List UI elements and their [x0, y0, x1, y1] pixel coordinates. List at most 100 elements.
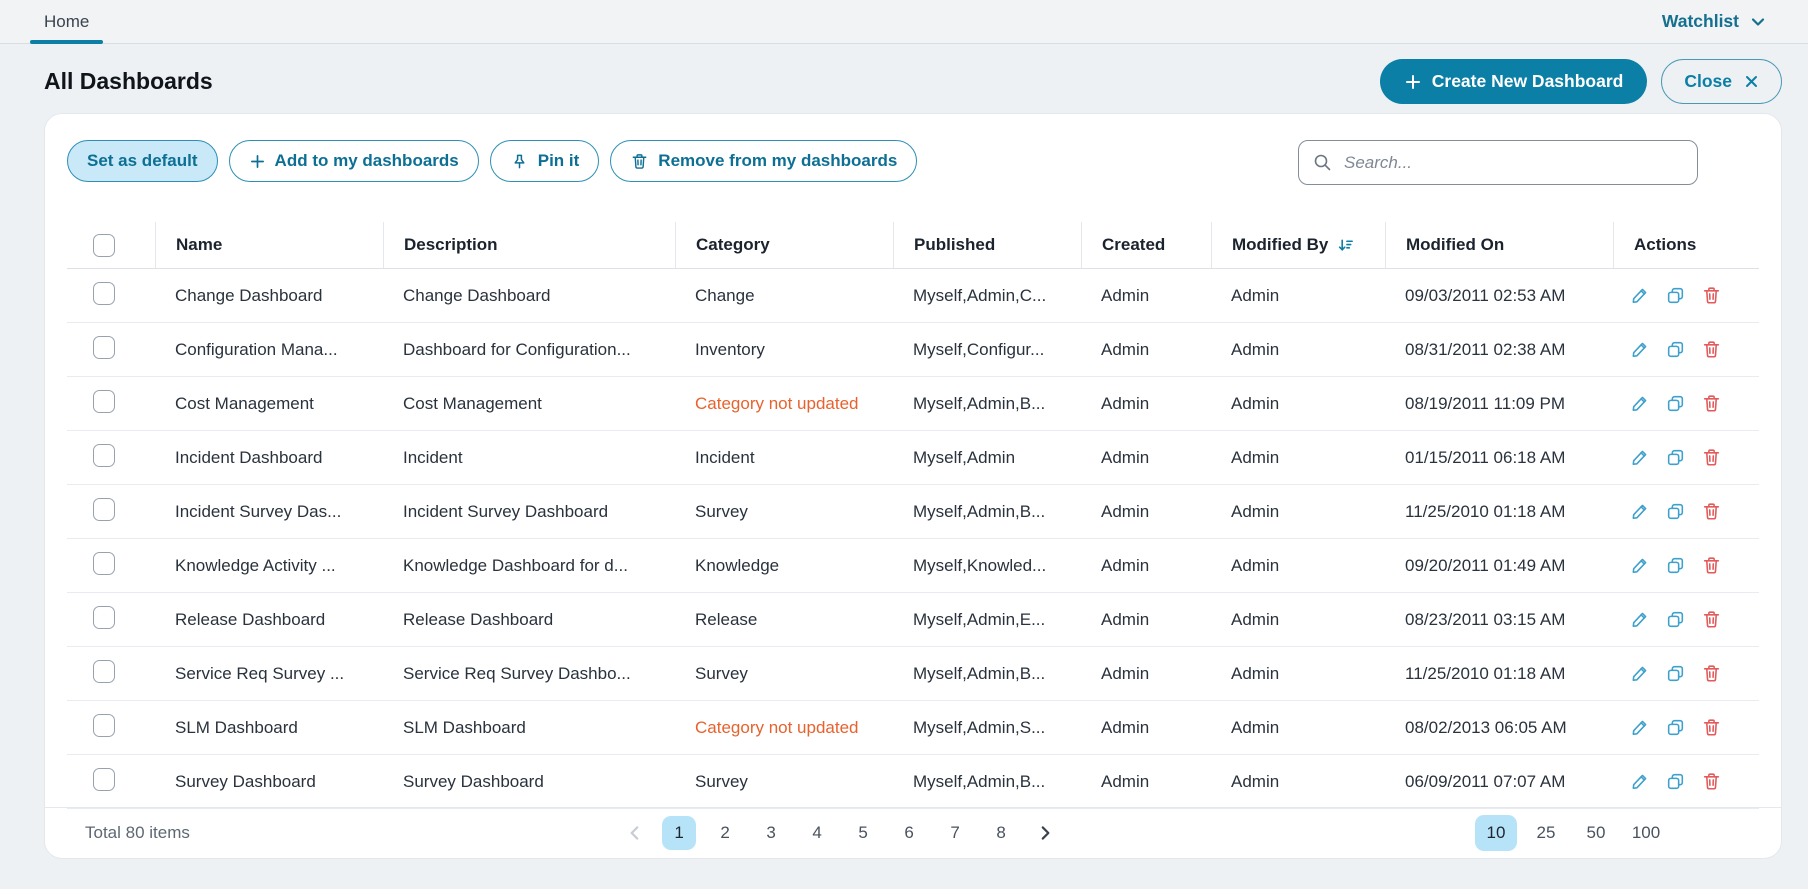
cell-modified-on: 08/23/2011 03:15 AM — [1405, 610, 1565, 629]
copy-icon[interactable] — [1665, 339, 1686, 360]
create-new-dashboard-button[interactable]: Create New Dashboard — [1380, 59, 1648, 104]
page-button-7[interactable]: 7 — [938, 816, 972, 850]
delete-icon[interactable] — [1701, 447, 1722, 468]
column-header-published[interactable]: Published — [893, 222, 1081, 268]
search-box[interactable] — [1298, 140, 1698, 185]
page-size-button-25[interactable]: 25 — [1525, 815, 1567, 851]
copy-icon[interactable] — [1665, 501, 1686, 522]
column-header-description[interactable]: Description — [383, 222, 675, 268]
page-size-button-10[interactable]: 10 — [1475, 815, 1517, 851]
cell-created: Admin — [1101, 556, 1149, 575]
edit-icon[interactable] — [1629, 717, 1650, 738]
row-checkbox[interactable] — [93, 282, 115, 305]
edit-icon[interactable] — [1629, 609, 1650, 630]
tab-home[interactable]: Home — [30, 0, 103, 43]
previous-page-button[interactable] — [620, 818, 650, 848]
column-header-modified-by[interactable]: Modified By — [1211, 222, 1385, 268]
delete-icon[interactable] — [1701, 339, 1722, 360]
column-header-modified-on[interactable]: Modified On — [1385, 222, 1613, 268]
edit-icon[interactable] — [1629, 393, 1650, 414]
cell-description: Knowledge Dashboard for d... — [403, 556, 628, 575]
edit-icon[interactable] — [1629, 555, 1650, 576]
cell-description: SLM Dashboard — [403, 718, 526, 737]
search-input[interactable] — [1342, 152, 1683, 174]
cell-created: Admin — [1101, 448, 1149, 467]
delete-icon[interactable] — [1701, 393, 1722, 414]
page-button-2[interactable]: 2 — [708, 816, 742, 850]
cell-modified-by: Admin — [1231, 610, 1279, 629]
page-button-4[interactable]: 4 — [800, 816, 834, 850]
cell-created: Admin — [1101, 502, 1149, 521]
cell-category: Survey — [695, 502, 748, 521]
edit-icon[interactable] — [1629, 339, 1650, 360]
cell-published: Myself,Admin,B... — [913, 394, 1045, 413]
page-button-5[interactable]: 5 — [846, 816, 880, 850]
table-row: Incident Survey Das... Incident Survey D… — [67, 485, 1759, 539]
column-header-category[interactable]: Category — [675, 222, 893, 268]
row-checkbox[interactable] — [93, 714, 115, 737]
delete-icon[interactable] — [1701, 501, 1722, 522]
set-as-default-button[interactable]: Set as default — [67, 140, 218, 182]
copy-icon[interactable] — [1665, 285, 1686, 306]
row-checkbox[interactable] — [93, 336, 115, 359]
table-row: Configuration Mana... Dashboard for Conf… — [67, 323, 1759, 377]
next-page-button[interactable] — [1030, 818, 1060, 848]
table-header: Name Description Category Published Crea… — [67, 222, 1759, 269]
cell-description: Release Dashboard — [403, 610, 553, 629]
edit-icon[interactable] — [1629, 447, 1650, 468]
select-all-checkbox[interactable] — [93, 234, 115, 257]
page-button-8[interactable]: 8 — [984, 816, 1018, 850]
close-button[interactable]: Close — [1661, 59, 1782, 104]
sort-descending-icon[interactable] — [1337, 237, 1354, 254]
copy-icon[interactable] — [1665, 447, 1686, 468]
cell-category: Category not updated — [695, 394, 859, 413]
page-button-1[interactable]: 1 — [662, 816, 696, 850]
column-header-name[interactable]: Name — [155, 222, 383, 268]
edit-icon[interactable] — [1629, 285, 1650, 306]
delete-icon[interactable] — [1701, 555, 1722, 576]
copy-icon[interactable] — [1665, 555, 1686, 576]
copy-icon[interactable] — [1665, 393, 1686, 414]
cell-published: Myself,Admin,E... — [913, 610, 1045, 629]
edit-icon[interactable] — [1629, 663, 1650, 684]
table-row: Incident Dashboard Incident Incident Mys… — [67, 431, 1759, 485]
edit-icon[interactable] — [1629, 771, 1650, 792]
copy-icon[interactable] — [1665, 609, 1686, 630]
cell-name: Release Dashboard — [175, 610, 325, 629]
cell-modified-by: Admin — [1231, 448, 1279, 467]
row-checkbox[interactable] — [93, 606, 115, 629]
row-checkbox[interactable] — [93, 390, 115, 413]
pin-it-button[interactable]: Pin it — [490, 140, 600, 182]
row-checkbox[interactable] — [93, 552, 115, 575]
cell-category: Inventory — [695, 340, 765, 359]
cell-name: Incident Survey Das... — [175, 502, 341, 521]
page-button-6[interactable]: 6 — [892, 816, 926, 850]
row-checkbox[interactable] — [93, 444, 115, 467]
delete-icon[interactable] — [1701, 285, 1722, 306]
copy-icon[interactable] — [1665, 717, 1686, 738]
cell-category: Incident — [695, 448, 755, 467]
page-size-button-50[interactable]: 50 — [1575, 815, 1617, 851]
watchlist-dropdown[interactable]: Watchlist — [1662, 11, 1767, 32]
row-checkbox[interactable] — [93, 498, 115, 521]
add-to-my-dashboards-button[interactable]: Add to my dashboards — [229, 140, 479, 182]
delete-icon[interactable] — [1701, 609, 1722, 630]
row-checkbox[interactable] — [93, 768, 115, 791]
column-header-created[interactable]: Created — [1081, 222, 1211, 268]
delete-icon[interactable] — [1701, 717, 1722, 738]
pagination: 12345678 — [620, 816, 1060, 850]
copy-icon[interactable] — [1665, 663, 1686, 684]
delete-icon[interactable] — [1701, 663, 1722, 684]
tab-home-label: Home — [44, 12, 89, 32]
table-footer: Total 80 items 12345678 102550100 — [45, 807, 1781, 858]
delete-icon[interactable] — [1701, 771, 1722, 792]
page-button-3[interactable]: 3 — [754, 816, 788, 850]
copy-icon[interactable] — [1665, 771, 1686, 792]
row-checkbox[interactable] — [93, 660, 115, 683]
page-size-button-100[interactable]: 100 — [1625, 815, 1667, 851]
cell-modified-on: 11/25/2010 01:18 AM — [1405, 664, 1565, 683]
dashboards-table: Name Description Category Published Crea… — [67, 222, 1759, 809]
edit-icon[interactable] — [1629, 501, 1650, 522]
remove-from-my-dashboards-button[interactable]: Remove from my dashboards — [610, 140, 917, 182]
table-row: Service Req Survey ... Service Req Surve… — [67, 647, 1759, 701]
